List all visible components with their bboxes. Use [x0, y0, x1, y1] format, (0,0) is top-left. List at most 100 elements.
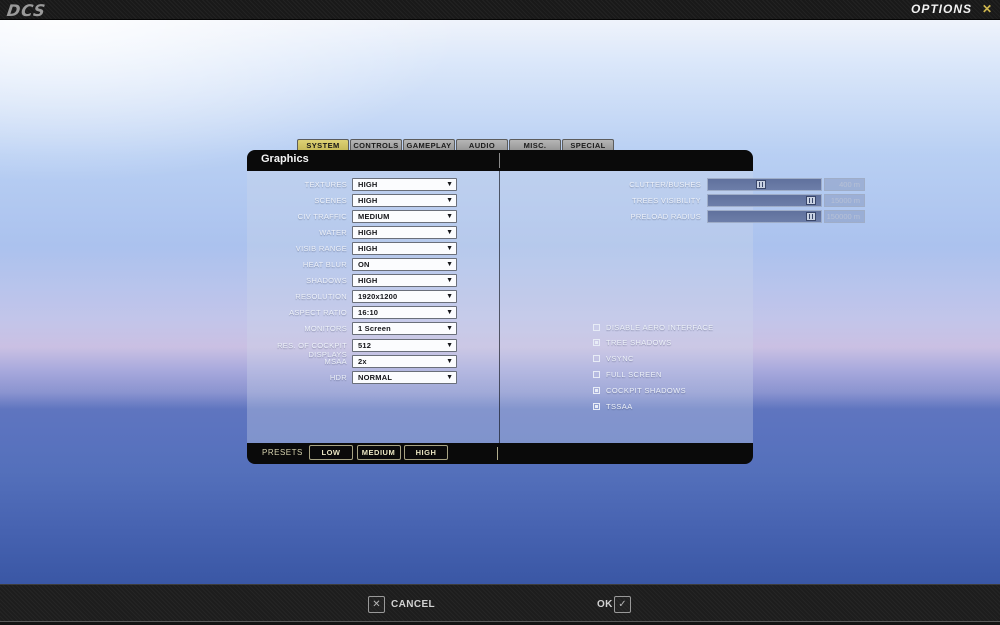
checkbox-label: DISABLE AERO INTERFACE [606, 323, 714, 332]
panel-title: Graphics [261, 153, 309, 165]
dropdown-value: 512 [358, 341, 371, 350]
close-icon[interactable]: ✕ [982, 2, 992, 16]
dropdown-select[interactable]: MEDIUM ▼ [352, 210, 457, 223]
slider-handle-icon[interactable] [756, 180, 766, 189]
dropdown-select[interactable]: 1 Screen ▼ [352, 322, 457, 335]
checkbox-label: TSSAA [606, 402, 633, 411]
checkbox-disable-aero-interface[interactable]: DISABLE AERO INTERFACE [593, 319, 714, 335]
checkbox-full-screen[interactable]: FULL SCREEN [593, 367, 662, 383]
dropdown-value: 1920x1200 [358, 292, 397, 301]
presets-bar: PRESETS LOW MEDIUMHIGH [247, 443, 753, 464]
chevron-down-icon: ▼ [446, 211, 453, 223]
dropdown-value: HIGH [358, 244, 378, 253]
dropdown-select[interactable]: 1920x1200 ▼ [352, 290, 457, 303]
slider-value: 15000 m [824, 194, 865, 207]
title-bar: DCS OPTIONS ✕ [0, 0, 1000, 20]
dropdown-select[interactable]: HIGH ▼ [352, 242, 457, 255]
dropdown-value: HIGH [358, 276, 378, 285]
dropdown-label: CIV TRAFFIC [250, 212, 347, 221]
slider-track[interactable] [707, 178, 822, 191]
slider-handle-icon[interactable] [806, 212, 816, 221]
chevron-down-icon: ▼ [446, 372, 453, 384]
checkbox-tssaa[interactable]: TSSAA [593, 399, 633, 415]
chevron-down-icon: ▼ [446, 307, 453, 319]
titlebar-divider [499, 153, 500, 168]
dropdown-select[interactable]: HIGH ▼ [352, 226, 457, 239]
chevron-down-icon: ▼ [446, 227, 453, 239]
dropdown-value: NORMAL [358, 373, 392, 382]
slider-track[interactable] [707, 210, 822, 223]
preset-button-high[interactable]: HIGH [404, 445, 448, 460]
slider-value: 150000 m [824, 210, 865, 223]
presets-divider [497, 447, 498, 460]
chevron-down-icon: ▼ [446, 291, 453, 303]
slider-label: CLUTTER/BUSHES [583, 180, 701, 189]
ok-icon[interactable]: ✓ [614, 596, 631, 613]
chevron-down-icon: ▼ [446, 356, 453, 368]
dropdown-value: 1 Screen [358, 324, 391, 333]
slider-handle-icon[interactable] [806, 196, 816, 205]
cancel-icon[interactable]: ✕ [368, 596, 385, 613]
dropdown-select[interactable]: 2x ▼ [352, 355, 457, 368]
checkbox-icon[interactable] [593, 371, 600, 378]
checkbox-icon[interactable] [593, 324, 600, 331]
dropdown-value: MEDIUM [358, 212, 390, 221]
slider-track[interactable] [707, 194, 822, 207]
checkbox-icon[interactable] [593, 403, 600, 410]
slider-label: PRELOAD RADIUS [583, 212, 701, 221]
panel-content: TEXTURES HIGH ▼ SCENES HIGH ▼ CIV TRAFFI… [247, 171, 753, 443]
checkbox-label: COCKPIT SHADOWS [606, 386, 686, 395]
checkbox-label: FULL SCREEN [606, 370, 662, 379]
dropdown-label: SHADOWS [250, 276, 347, 285]
dropdown-select[interactable]: ON ▼ [352, 258, 457, 271]
dropdown-value: ON [358, 260, 370, 269]
dropdown-label: VISIB RANGE [250, 244, 347, 253]
dropdown-select[interactable]: 512 ▼ [352, 339, 457, 352]
content-divider [499, 171, 500, 443]
dropdown-select[interactable]: NORMAL ▼ [352, 371, 457, 384]
chevron-down-icon: ▼ [446, 243, 453, 255]
chevron-down-icon: ▼ [446, 179, 453, 191]
chevron-down-icon: ▼ [446, 259, 453, 271]
dropdown-label: HDR [250, 373, 347, 382]
dropdown-value: HIGH [358, 228, 378, 237]
dropdown-select[interactable]: HIGH ▼ [352, 194, 457, 207]
options-window-title: OPTIONS [911, 2, 972, 16]
dropdown-value: 16:10 [358, 308, 378, 317]
checkbox-icon[interactable] [593, 387, 600, 394]
dropdown-value: HIGH [358, 180, 378, 189]
dropdown-value: 2x [358, 357, 367, 366]
dropdown-label: MSAA [250, 357, 347, 366]
checkbox-label: VSYNC [606, 354, 634, 363]
dcs-options-screen: DCS OPTIONS ✕ SYSTEMCONTROLSGAMEPLAYAUDI… [0, 0, 1000, 625]
preset-button-low[interactable]: LOW [309, 445, 353, 460]
dropdown-value: HIGH [358, 196, 378, 205]
graphics-panel: Graphics TEXTURES HIGH ▼ SCENES HIGH ▼ C… [247, 150, 753, 464]
ok-button[interactable]: OK [597, 599, 613, 610]
cancel-button[interactable]: CANCEL [391, 599, 435, 610]
preset-button-medium[interactable]: MEDIUM [357, 445, 401, 460]
checkbox-icon[interactable] [593, 339, 600, 346]
presets-label: PRESETS [262, 448, 303, 457]
panel-title-bar: Graphics [247, 150, 753, 171]
chevron-down-icon: ▼ [446, 195, 453, 207]
dropdown-label: SCENES [250, 196, 347, 205]
footer-bar: ✕ CANCEL OK ✓ [0, 584, 1000, 625]
checkbox-cockpit-shadows[interactable]: COCKPIT SHADOWS [593, 383, 686, 399]
chevron-down-icon: ▼ [446, 340, 453, 352]
dropdown-label: MONITORS [250, 324, 347, 333]
dropdown-label: RESOLUTION [250, 292, 347, 301]
checkbox-vsync[interactable]: VSYNC [593, 351, 634, 367]
dcs-logo: DCS [6, 1, 48, 20]
checkbox-tree-shadows[interactable]: TREE SHADOWS [593, 335, 672, 351]
dropdown-label: HEAT BLUR [250, 260, 347, 269]
checkbox-icon[interactable] [593, 355, 600, 362]
checkbox-label: TREE SHADOWS [606, 338, 672, 347]
dropdown-select[interactable]: 16:10 ▼ [352, 306, 457, 319]
slider-value: 400 m [824, 178, 865, 191]
dropdown-select[interactable]: HIGH ▼ [352, 178, 457, 191]
dropdown-label: TEXTURES [250, 180, 347, 189]
dropdown-select[interactable]: HIGH ▼ [352, 274, 457, 287]
dropdown-label: WATER [250, 228, 347, 237]
dropdown-label: ASPECT RATIO [250, 308, 347, 317]
